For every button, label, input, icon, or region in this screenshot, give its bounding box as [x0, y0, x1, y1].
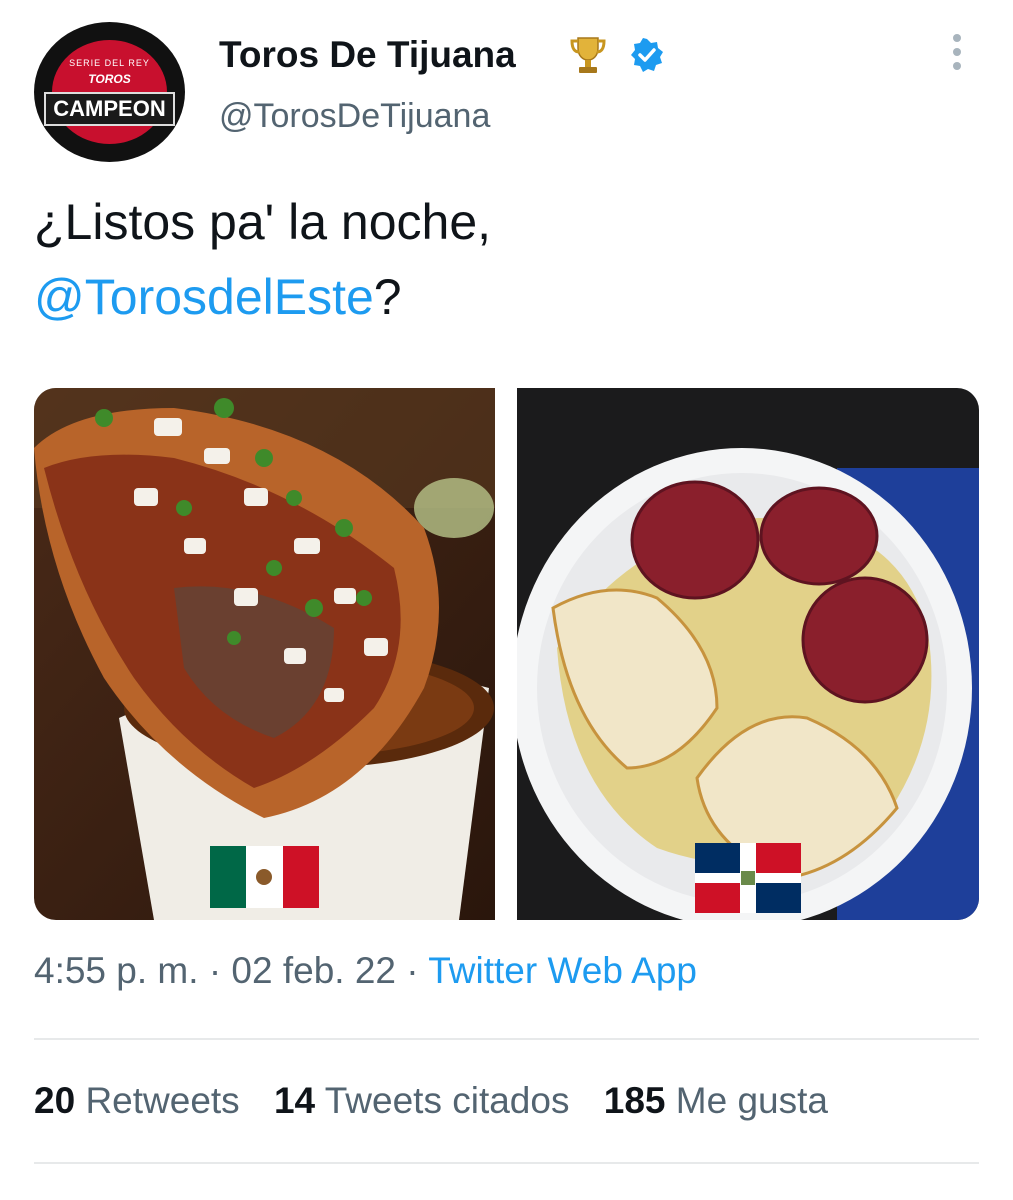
- mexico-flag-icon: [210, 846, 319, 908]
- quote-tweets-label: Tweets citados: [324, 1080, 570, 1121]
- avatar-logo-middle-text: TOROS: [88, 72, 131, 86]
- source-app-link[interactable]: Twitter Web App: [428, 950, 697, 991]
- avatar-logo-banner-text: CAMPEON: [44, 92, 175, 126]
- tweet-date[interactable]: 02 feb. 22: [231, 950, 396, 991]
- meta-separator: ·: [406, 950, 419, 991]
- tweet-metadata: 4:55 p. m. · 02 feb. 22 · Twitter Web Ap…: [34, 950, 697, 992]
- tweet-time[interactable]: 4:55 p. m.: [34, 950, 199, 991]
- more-options-icon[interactable]: [940, 34, 974, 76]
- tweet-text-end: ?: [373, 269, 402, 325]
- avatar-logo-top-text: SERIE DEL REY: [69, 58, 150, 68]
- likes-count: 185: [603, 1080, 666, 1121]
- verified-icon: [631, 38, 663, 72]
- divider: [34, 1162, 979, 1164]
- profile-avatar[interactable]: SERIE DEL REY TOROS CAMPEON: [34, 22, 185, 162]
- likes-label: Me gusta: [675, 1080, 828, 1121]
- taco-photo[interactable]: [34, 388, 495, 920]
- meta-separator: ·: [208, 950, 222, 991]
- quote-tweets-stat[interactable]: 14 Tweets citados: [274, 1080, 570, 1122]
- retweets-stat[interactable]: 20 Retweets: [34, 1080, 240, 1122]
- trophy-icon: [570, 37, 606, 73]
- retweets-count: 20: [34, 1080, 76, 1121]
- engagement-stats: 20 Retweets 14 Tweets citados 185 Me gus…: [34, 1080, 852, 1122]
- retweets-label: Retweets: [85, 1080, 240, 1121]
- likes-stat[interactable]: 185 Me gusta: [604, 1080, 828, 1122]
- divider: [34, 1038, 979, 1040]
- quote-tweets-count: 14: [273, 1080, 316, 1121]
- dominican-republic-flag-icon: [695, 843, 801, 913]
- author-handle[interactable]: @TorosDeTijuana: [219, 97, 490, 136]
- tweet-text: ¿Listos pa' la noche, @TorosdelEste?: [34, 185, 974, 335]
- mangu-photo[interactable]: [517, 388, 979, 920]
- tweet-text-part: ¿Listos pa' la noche,: [34, 194, 492, 250]
- mention-link[interactable]: @TorosdelEste: [34, 269, 374, 325]
- tweet-media-grid: [34, 388, 979, 920]
- author-name[interactable]: Toros De Tijuana: [219, 34, 516, 76]
